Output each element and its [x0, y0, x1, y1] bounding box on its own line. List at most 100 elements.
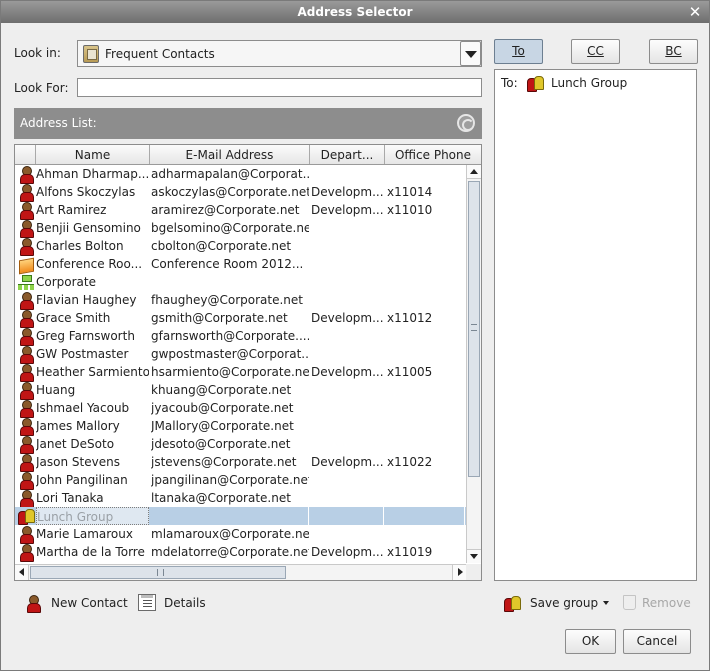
cell-office-phone: x11005 — [387, 365, 433, 379]
cell-department: Developm... — [311, 203, 384, 217]
cell-department — [311, 327, 384, 345]
cell-email: adharmapalan@Corporat... — [151, 167, 309, 181]
details-icon — [138, 594, 156, 611]
table-row[interactable]: Huang khuang@Corporate.net — [15, 381, 466, 400]
address-selector-dialog: Address Selector ✕ Look in: Frequent Con… — [0, 0, 710, 671]
details-label: Details — [164, 596, 206, 610]
cell-department — [311, 489, 384, 507]
table-row[interactable]: Flavian Haughey fhaughey@Corporate.net — [15, 291, 466, 310]
remove-button[interactable]: Remove — [623, 593, 693, 613]
column-header-department[interactable]: Depart... — [310, 145, 385, 164]
new-contact-button[interactable]: New Contact — [25, 593, 128, 613]
chevron-down-icon[interactable] — [460, 41, 481, 66]
cell-office-phone — [387, 507, 465, 525]
table-row[interactable]: John Pangilinan jpangilinan@Corporate.net — [15, 471, 466, 490]
look-for-input[interactable] — [77, 78, 482, 97]
cell-department — [311, 471, 384, 489]
table-row[interactable]: Grace Smith gsmith@Corporate.net Developm.… — [15, 309, 466, 328]
bc-button-label: BC — [665, 44, 682, 58]
column-header-name[interactable]: Name — [36, 145, 150, 164]
cell-name: Alfons Skoczylas — [36, 185, 136, 199]
cell-email: jpangilinan@Corporate.net — [151, 473, 309, 487]
vertical-scroll-thumb[interactable] — [468, 181, 480, 477]
cell-name: Flavian Haughey — [36, 293, 137, 307]
ok-button[interactable]: OK — [565, 629, 616, 654]
bc-button[interactable]: BC — [649, 39, 698, 64]
scroll-down-icon[interactable] — [467, 549, 481, 563]
cell-department: Developm... — [311, 311, 384, 325]
column-header-office-phone[interactable]: Office Phone — [385, 145, 481, 164]
cell-name: Greg Farnsworth — [36, 329, 135, 343]
cell-name: Martha de la Torre — [36, 545, 145, 559]
person-icon — [18, 400, 34, 418]
table-row[interactable]: Janet DeSoto jdesoto@Corporate.net — [15, 435, 466, 454]
column-header-icon[interactable] — [15, 145, 36, 164]
table-row[interactable]: Alfons Skoczylas askoczylas@Corporate.net… — [15, 183, 466, 202]
chevron-down-icon — [603, 601, 609, 605]
person-icon — [18, 526, 34, 544]
cc-button[interactable]: CC — [571, 39, 620, 64]
scroll-up-icon[interactable] — [467, 165, 481, 179]
cell-email: gwpostmaster@Corporat... — [151, 347, 309, 361]
scroll-left-icon[interactable] — [15, 565, 29, 580]
horizontal-scrollbar[interactable] — [15, 564, 466, 580]
person-icon — [18, 490, 34, 508]
title-bar: Address Selector ✕ — [1, 1, 709, 23]
cell-name: Conference Roo... — [36, 257, 143, 271]
refresh-icon[interactable] — [457, 114, 475, 132]
cell-name: Charles Bolton — [36, 239, 124, 253]
column-header-email[interactable]: E-Mail Address — [150, 145, 310, 164]
cell-name: Huang — [36, 383, 76, 397]
table-row[interactable]: Lunch Group — [15, 507, 466, 525]
table-row[interactable]: Heather Sarmiento hsarmiento@Corporate.ne… — [15, 363, 466, 382]
to-button[interactable]: To — [494, 39, 543, 64]
table-row[interactable]: Martha de la Torre mdelatorre@Corporate.n… — [15, 543, 466, 562]
close-icon[interactable]: ✕ — [688, 1, 702, 23]
horizontal-scroll-thumb[interactable] — [30, 566, 286, 579]
cell-email: jstevens@Corporate.net — [151, 455, 297, 469]
cell-department — [311, 507, 384, 525]
remove-label: Remove — [642, 596, 691, 610]
cell-department — [311, 291, 384, 309]
cell-office-phone — [387, 345, 465, 363]
cell-name: Corporate — [36, 275, 96, 289]
to-button-label: To — [512, 44, 525, 58]
table-row[interactable]: Lori Tanaka ltanaka@Corporate.net — [15, 489, 466, 508]
table-row[interactable]: Art Ramirez aramirez@Corporate.net Develop… — [15, 201, 466, 220]
table-row[interactable]: Corporate — [15, 273, 466, 291]
table-row[interactable]: Conference Roo... Conference Room 2012... — [15, 255, 466, 273]
table-row[interactable]: Benjii Gensomino bgelsomino@Corporate.net — [15, 219, 466, 238]
cell-name: Jason Stevens — [36, 455, 120, 469]
table-row[interactable]: Charles Bolton cbolton@Corporate.net — [15, 237, 466, 256]
table-row[interactable]: Jason Stevens jstevens@Corporate.net Devel… — [15, 453, 466, 472]
address-book-icon — [83, 45, 99, 63]
cell-office-phone: x11022 — [387, 455, 433, 469]
cancel-button[interactable]: Cancel — [623, 629, 691, 654]
cell-office-phone — [387, 273, 465, 291]
table-row[interactable]: Ahman Dharmap... adharmapalan@Corporat... — [15, 165, 466, 184]
vertical-scrollbar[interactable] — [466, 165, 481, 563]
cell-office-phone — [387, 471, 465, 489]
recipient-list[interactable]: To: Lunch Group — [494, 69, 697, 581]
cell-office-phone: x11019 — [387, 545, 433, 559]
cell-name: John Pangilinan — [36, 473, 128, 487]
cell-department — [311, 219, 384, 237]
look-in-dropdown[interactable]: Frequent Contacts — [77, 40, 482, 67]
person-icon — [18, 382, 34, 400]
table-row[interactable]: GW Postmaster gwpostmaster@Corporat... — [15, 345, 466, 364]
cell-name: Marie Lamaroux — [36, 527, 133, 541]
recipient-entry[interactable]: To: Lunch Group — [501, 74, 627, 92]
save-group-button[interactable]: Save group — [504, 593, 609, 613]
details-button[interactable]: Details — [138, 593, 208, 613]
table-row[interactable]: Greg Farnsworth gfarnsworth@Corporate.... — [15, 327, 466, 346]
table-row[interactable]: Marie Lamaroux mlamaroux@Corporate.net — [15, 525, 466, 544]
person-icon — [18, 472, 34, 490]
cell-office-phone — [387, 399, 465, 417]
cell-email: jdesoto@Corporate.net — [151, 437, 291, 451]
cell-office-phone — [387, 435, 465, 453]
table-row[interactable]: Ishmael Yacoub jyacoub@Corporate.net — [15, 399, 466, 418]
scroll-right-icon[interactable] — [452, 565, 466, 580]
cell-name: Ahman Dharmap... — [36, 167, 149, 181]
table-row[interactable]: James Mallory JMallory@Corporate.net — [15, 417, 466, 436]
cell-department — [311, 435, 384, 453]
